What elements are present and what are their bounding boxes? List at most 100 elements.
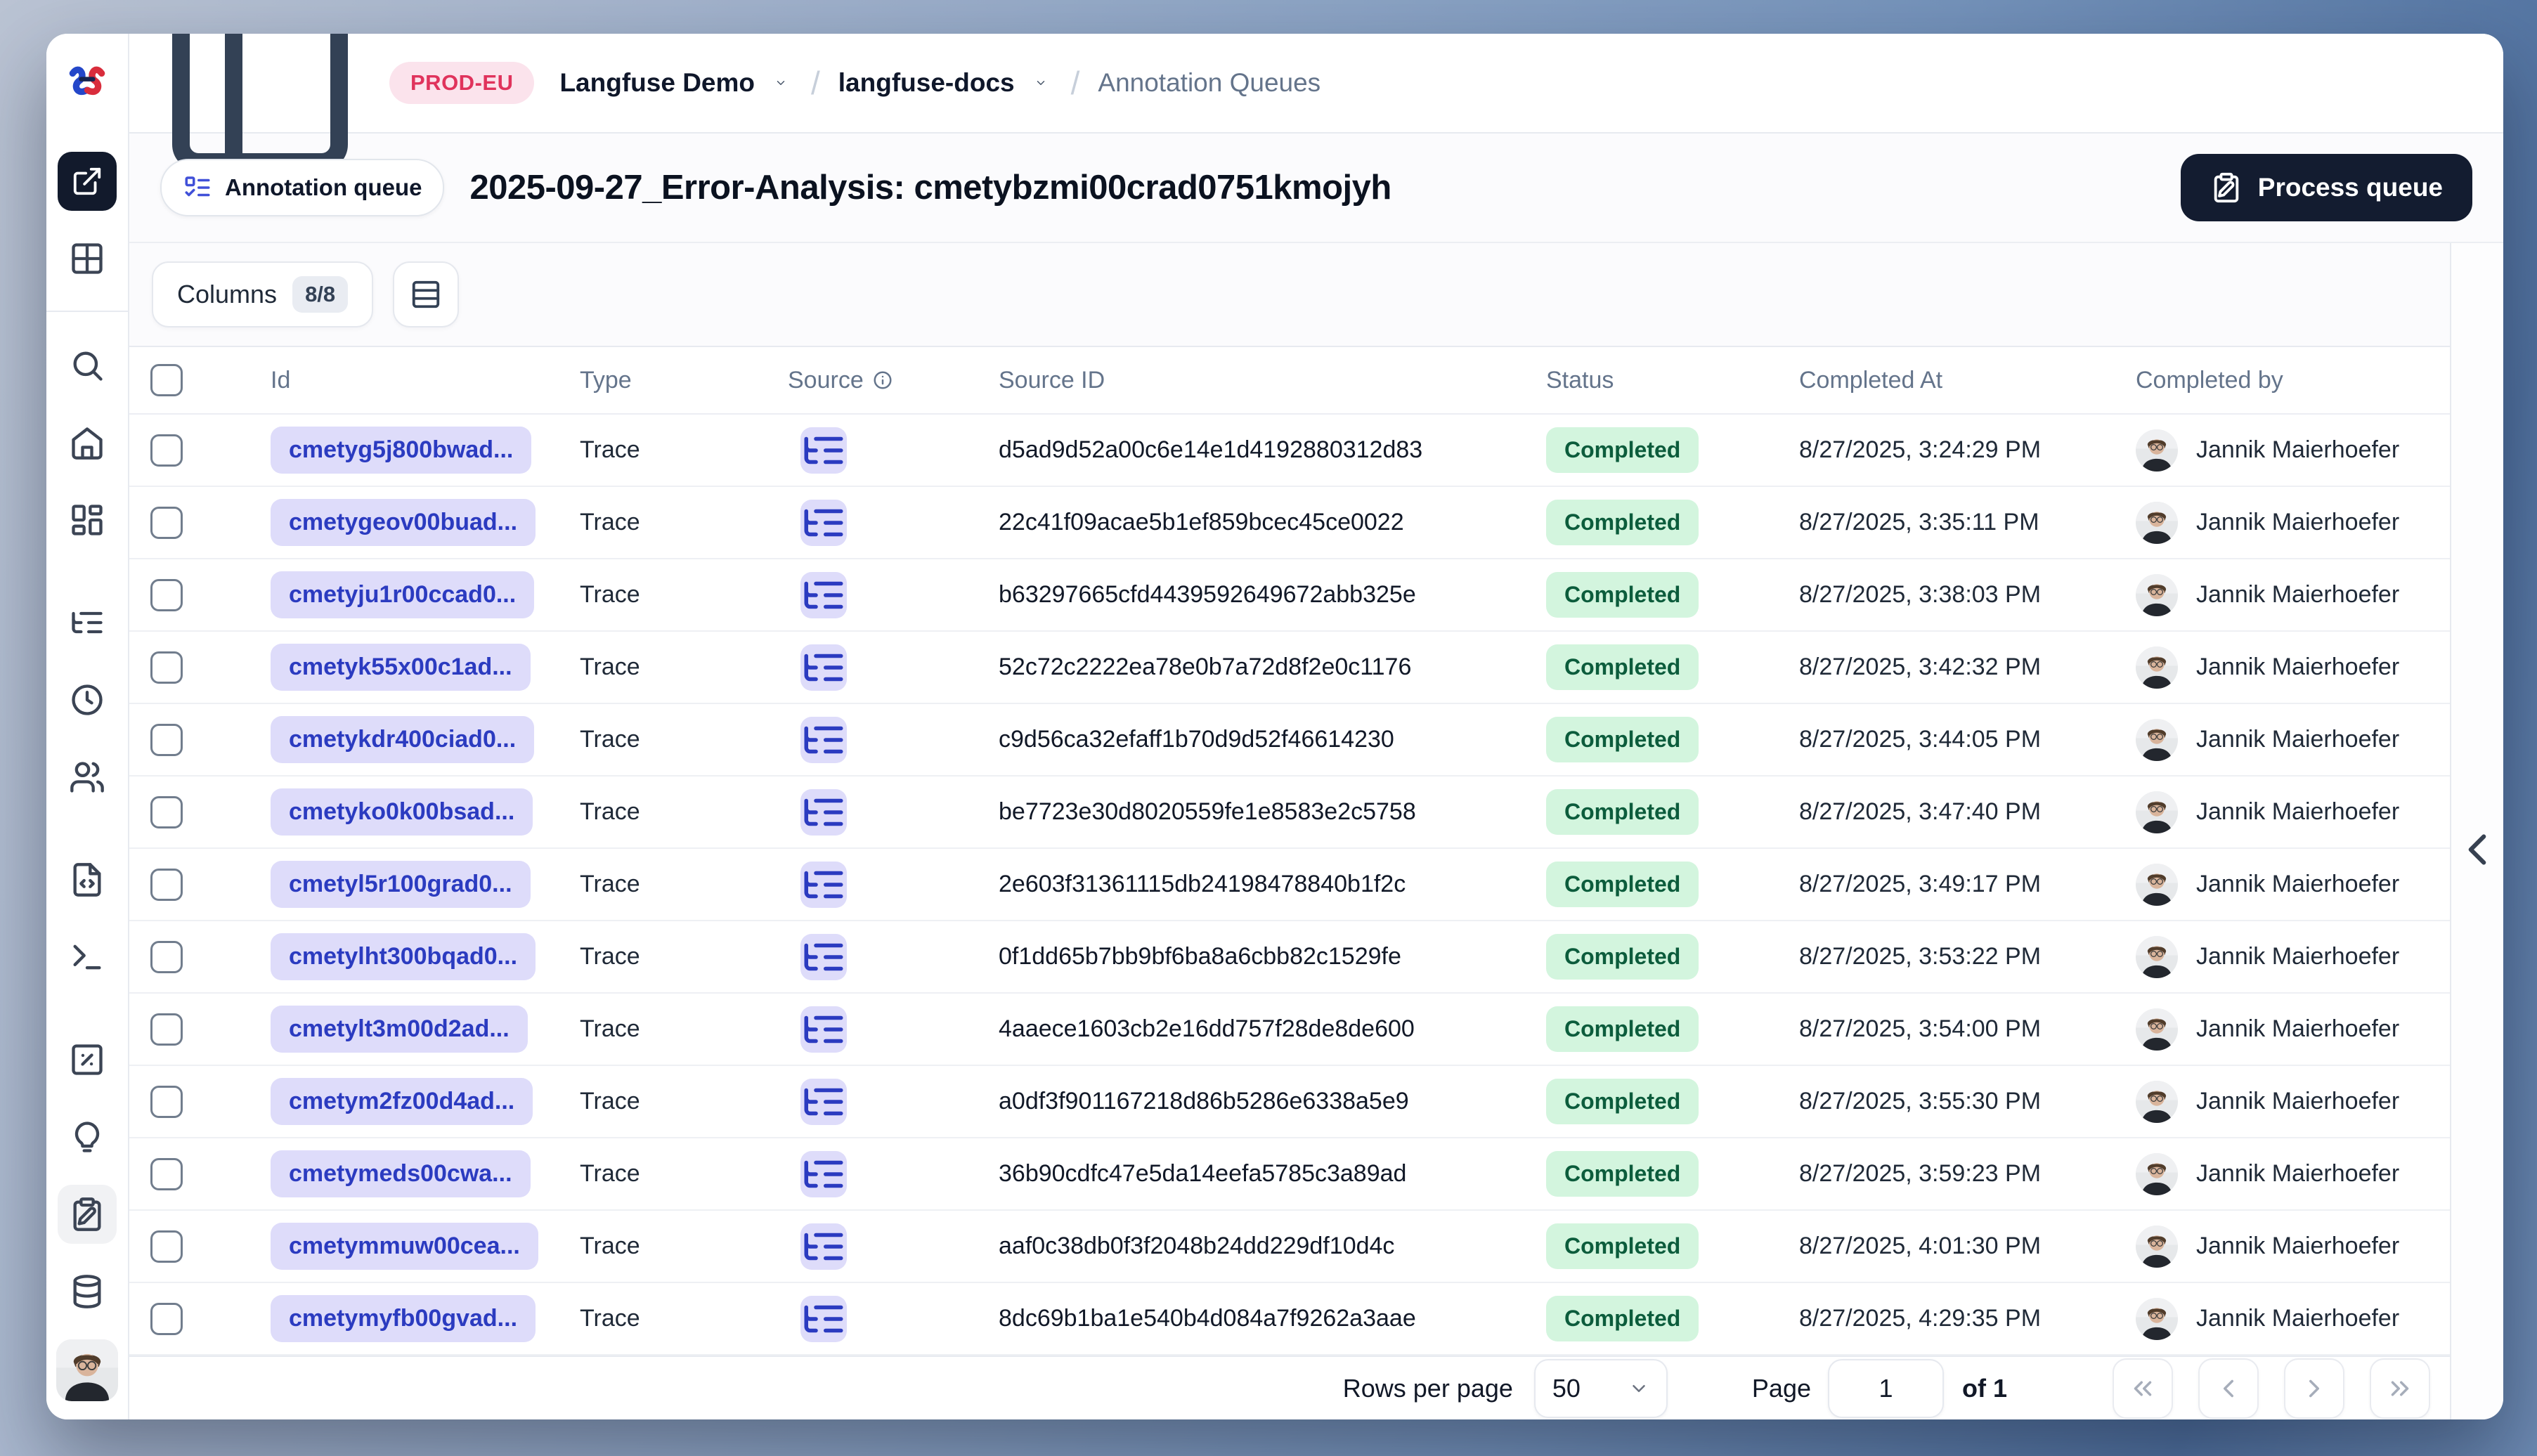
table-row: cmetylht300bqad0... Trace 0f1dd65b7bb9bf6b… xyxy=(129,921,2450,994)
sidebar-item-clock[interactable] xyxy=(58,670,117,729)
sidebar-item-percent[interactable] xyxy=(58,1030,117,1089)
table-row: cmetym2fz00d4ad... Trace a0df3f901167218d8… xyxy=(129,1066,2450,1138)
status-badge: Completed xyxy=(1546,1079,1699,1124)
table-row: cmetymyfb00gvad... Trace 8dc69b1ba1e540b4d… xyxy=(129,1283,2450,1356)
sidebar-item-search[interactable] xyxy=(58,336,117,395)
item-id-badge[interactable]: cmetymeds00cwa... xyxy=(271,1150,531,1197)
user-avatar[interactable] xyxy=(56,1339,118,1401)
completed-by-name: Jannik Maierhoefer xyxy=(2196,871,2400,897)
item-id-badge[interactable]: cmetymyfb00gvad... xyxy=(271,1295,536,1342)
table-row: cmetyko0k00bsad... Trace be7723e30d8020559… xyxy=(129,776,2450,849)
source-trace-icon[interactable] xyxy=(800,788,847,836)
item-id-badge[interactable]: cmetyl5r100grad0... xyxy=(271,861,531,908)
sidebar-item-home[interactable] xyxy=(58,413,117,472)
source-trace-icon[interactable] xyxy=(800,861,847,908)
item-type: Trace xyxy=(580,436,640,463)
select-all-checkbox[interactable] xyxy=(150,364,183,396)
row-checkbox[interactable] xyxy=(150,506,183,539)
page-number-input[interactable] xyxy=(1827,1359,1944,1418)
avatar xyxy=(2136,1080,2178,1123)
item-id-badge[interactable]: cmetymmuw00cea... xyxy=(271,1223,538,1270)
source-trace-icon[interactable] xyxy=(800,1223,847,1270)
clipboard-pen-icon xyxy=(2210,171,2243,204)
completed-by-name: Jannik Maierhoefer xyxy=(2196,654,2400,680)
sidebar-item-file-code[interactable] xyxy=(58,850,117,909)
first-page-button[interactable] xyxy=(2113,1358,2173,1419)
item-id-badge[interactable]: cmetylht300bqad0... xyxy=(271,933,536,980)
row-checkbox[interactable] xyxy=(150,1013,183,1046)
row-checkbox[interactable] xyxy=(150,578,183,611)
source-trace-icon[interactable] xyxy=(800,644,847,691)
row-checkbox[interactable] xyxy=(150,940,183,973)
prev-page-button[interactable] xyxy=(2198,1358,2259,1419)
row-checkbox[interactable] xyxy=(150,723,183,756)
item-id-badge[interactable]: cmetykdr400ciad0... xyxy=(271,716,535,763)
item-type: Trace xyxy=(580,943,640,970)
columns-count-badge: 8/8 xyxy=(292,276,349,313)
item-id-badge[interactable]: cmetygeov00buad... xyxy=(271,499,536,546)
item-id-badge[interactable]: cmetyko0k00bsad... xyxy=(271,788,533,836)
item-type: Trace xyxy=(580,1160,640,1187)
row-checkbox[interactable] xyxy=(150,795,183,828)
completed-at: 8/27/2025, 3:47:40 PM xyxy=(1799,798,2042,825)
status-badge: Completed xyxy=(1546,862,1699,907)
row-checkbox[interactable] xyxy=(150,651,183,684)
sidebar-item-external-link[interactable] xyxy=(58,152,117,211)
sidebar-item-clipboard-pen[interactable] xyxy=(58,1185,117,1244)
completed-at: 8/27/2025, 3:35:11 PM xyxy=(1799,509,2039,535)
database-icon xyxy=(69,1273,105,1310)
columns-button[interactable]: Columns 8/8 xyxy=(152,261,374,327)
status-badge: Completed xyxy=(1546,1296,1699,1341)
source-trace-icon[interactable] xyxy=(800,499,847,546)
source-trace-icon[interactable] xyxy=(800,1006,847,1053)
item-id-badge[interactable]: cmetyk55x00c1ad... xyxy=(271,644,531,691)
sidebar-item-users[interactable] xyxy=(58,748,117,807)
item-id-badge[interactable]: cmetylt3m00d2ad... xyxy=(271,1006,528,1053)
row-checkbox[interactable] xyxy=(150,868,183,901)
item-id-badge[interactable]: cmetym2fz00d4ad... xyxy=(271,1078,533,1125)
source-trace-icon[interactable] xyxy=(800,933,847,980)
source-trace-icon[interactable] xyxy=(800,571,847,618)
completed-at: 8/27/2025, 3:54:00 PM xyxy=(1799,1015,2042,1042)
row-checkbox[interactable] xyxy=(150,1085,183,1118)
source-trace-icon[interactable] xyxy=(800,427,847,474)
table-header-row: Id Type Source Source ID Status Complete… xyxy=(129,347,2450,415)
sidebar-item-table[interactable] xyxy=(58,229,117,288)
sidebar xyxy=(46,34,129,1419)
chevrons-right-icon xyxy=(2385,1374,2415,1403)
row-checkbox[interactable] xyxy=(150,434,183,467)
completed-by-name: Jannik Maierhoefer xyxy=(2196,581,2400,608)
row-checkbox[interactable] xyxy=(150,1302,183,1335)
item-id-badge[interactable]: cmetyju1r00ccad0... xyxy=(271,571,535,618)
sidebar-item-dashboard[interactable] xyxy=(58,490,117,550)
table-row: cmetymeds00cwa... Trace 36b90cdfc47e5da14e… xyxy=(129,1138,2450,1211)
rows-per-page-select[interactable]: 50 xyxy=(1533,1359,1668,1418)
process-queue-button[interactable]: Process queue xyxy=(2180,154,2472,221)
last-page-button[interactable] xyxy=(2370,1358,2430,1419)
source-trace-icon[interactable] xyxy=(800,716,847,763)
avatar xyxy=(2136,1297,2178,1340)
source-trace-icon[interactable] xyxy=(800,1150,847,1197)
breadcrumb-project[interactable]: langfuse-docs xyxy=(838,68,1047,98)
sidebar-item-database[interactable] xyxy=(58,1262,117,1321)
row-height-button[interactable] xyxy=(393,261,460,327)
sidebar-item-list-tree[interactable] xyxy=(58,593,117,652)
completed-by-name: Jannik Maierhoefer xyxy=(2196,798,2400,825)
completed-by-name: Jannik Maierhoefer xyxy=(2196,1015,2400,1042)
breadcrumb-org[interactable]: Langfuse Demo xyxy=(559,68,787,98)
table-row: cmetyk55x00c1ad... Trace 52c72c2222ea78e0b… xyxy=(129,632,2450,704)
sidebar-item-terminal[interactable] xyxy=(58,928,117,987)
breadcrumb-page[interactable]: Annotation Queues xyxy=(1098,68,1321,98)
row-checkbox[interactable] xyxy=(150,1230,183,1263)
expand-panel-chevron-left-icon[interactable] xyxy=(2451,280,2503,1419)
chevron-left-icon xyxy=(2214,1374,2243,1403)
row-checkbox[interactable] xyxy=(150,1157,183,1190)
source-trace-icon[interactable] xyxy=(800,1295,847,1342)
sidebar-item-lightbulb[interactable] xyxy=(58,1107,117,1166)
source-id: 8dc69b1ba1e540b4d084a7f9262a3aae xyxy=(999,1305,1416,1332)
source-trace-icon[interactable] xyxy=(800,1078,847,1125)
breadcrumb-separator: / xyxy=(811,65,820,101)
langfuse-logo[interactable] xyxy=(64,57,110,103)
item-id-badge[interactable]: cmetyg5j800bwad... xyxy=(271,427,532,474)
next-page-button[interactable] xyxy=(2284,1358,2344,1419)
